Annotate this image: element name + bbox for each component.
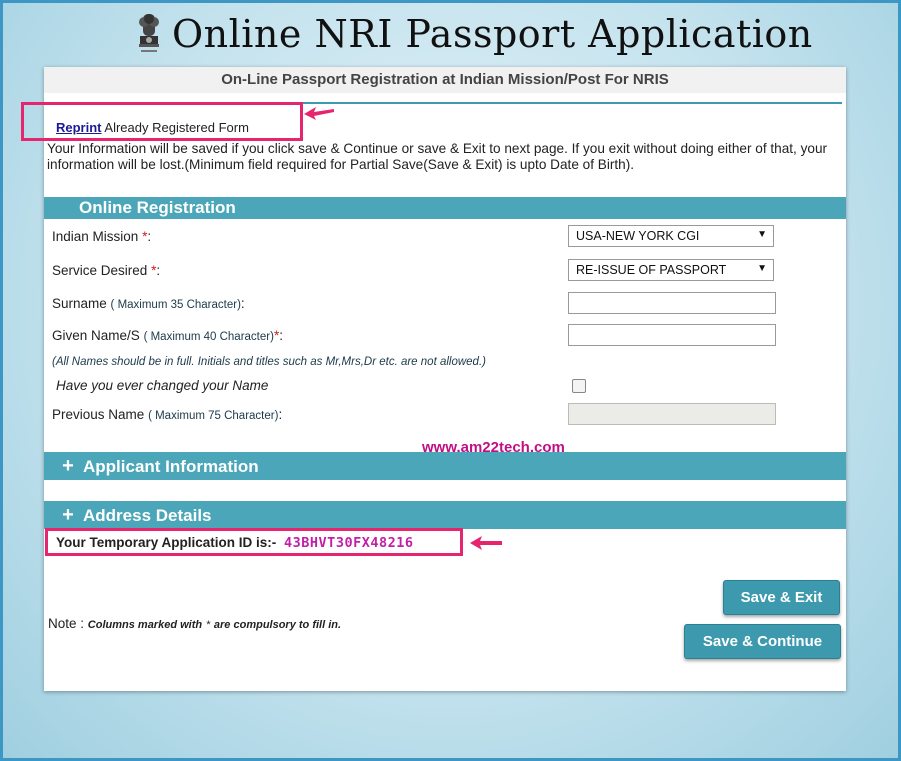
required-mark: * [205, 619, 211, 631]
note-text-before: Columns marked with [87, 619, 203, 631]
temp-id-row: Your Temporary Application ID is:- 43BHV… [56, 535, 413, 551]
previous-name-hint: ( Maximum 75 Character) [148, 410, 279, 422]
temp-id-label: Your Temporary Application ID is:- [56, 535, 277, 550]
service-value: RE-ISSUE OF PASSPORT [576, 263, 727, 277]
national-emblem-icon [139, 14, 159, 52]
colon: : [156, 263, 161, 278]
section-title: Online Registration [79, 198, 236, 217]
colon: : [240, 296, 245, 311]
plus-icon: + [62, 455, 74, 477]
surname-hint: ( Maximum 35 Character) [110, 299, 241, 311]
registration-card: On-Line Passport Registration at Indian … [21, 67, 846, 691]
previous-name-label: Previous Name [52, 407, 145, 422]
colon: : [147, 229, 152, 244]
page-header: Online NRI Passport Application [0, 6, 901, 58]
colon: : [279, 328, 283, 343]
previous-name-row: Previous Name ( Maximum 75 Character): [52, 407, 282, 422]
save-continue-button[interactable]: Save & Continue [684, 624, 841, 659]
card-title: On-Line Passport Registration at Indian … [44, 67, 846, 93]
indian-mission-row: Indian Mission *: [52, 229, 151, 244]
changed-name-checkbox[interactable] [572, 379, 586, 393]
names-note: (All Names should be in full. Initials a… [52, 356, 486, 368]
indian-mission-label: Indian Mission [52, 229, 139, 244]
surname-input[interactable] [568, 292, 776, 314]
applicant-information-header[interactable]: + Applicant Information [44, 452, 846, 480]
reprint-link[interactable]: Reprint [56, 120, 102, 135]
service-row: Service Desired *: [52, 263, 160, 278]
note-text-after: are compulsory to fill in. [213, 619, 342, 631]
arrow-icon [470, 536, 502, 550]
temp-id-value: 43BHVT30FX48216 [284, 535, 414, 551]
applicant-section-title: Applicant Information [83, 457, 259, 476]
dropdown-arrow-icon: ▼ [757, 263, 767, 274]
dropdown-arrow-icon: ▼ [757, 229, 767, 240]
given-name-input[interactable] [568, 324, 776, 346]
arrow-icon [304, 107, 334, 120]
address-section-title: Address Details [83, 506, 212, 525]
given-name-label: Given Name/S [52, 328, 140, 343]
save-exit-button[interactable]: Save & Exit [723, 580, 840, 615]
service-select[interactable]: RE-ISSUE OF PASSPORT ▼ [568, 259, 774, 281]
colon: : [278, 407, 283, 422]
indian-mission-value: USA-NEW YORK CGI [576, 229, 700, 243]
plus-icon: + [62, 504, 74, 526]
note-label: Note : [48, 616, 85, 631]
given-name-hint: ( Maximum 40 Character) [143, 331, 274, 343]
given-name-row: Given Name/S ( Maximum 40 Character)*: [52, 328, 283, 343]
page-title: Online NRI Passport Application [172, 12, 813, 56]
previous-name-input[interactable] [568, 403, 776, 425]
reprint-row: Reprint Already Registered Form [56, 120, 249, 135]
info-text: Your Information will be saved if you cl… [47, 141, 828, 172]
surname-label: Surname [52, 296, 107, 311]
note: Note : Columns marked with * are compuls… [48, 616, 341, 631]
address-details-header[interactable]: + Address Details [44, 501, 846, 529]
service-label: Service Desired [52, 263, 148, 278]
surname-row: Surname ( Maximum 35 Character): [52, 296, 245, 311]
indian-mission-select[interactable]: USA-NEW YORK CGI ▼ [568, 225, 774, 247]
online-registration-header: Online Registration [44, 197, 846, 219]
changed-name-label: Have you ever changed your Name [56, 378, 269, 393]
reprint-text: Already Registered Form [104, 120, 249, 135]
